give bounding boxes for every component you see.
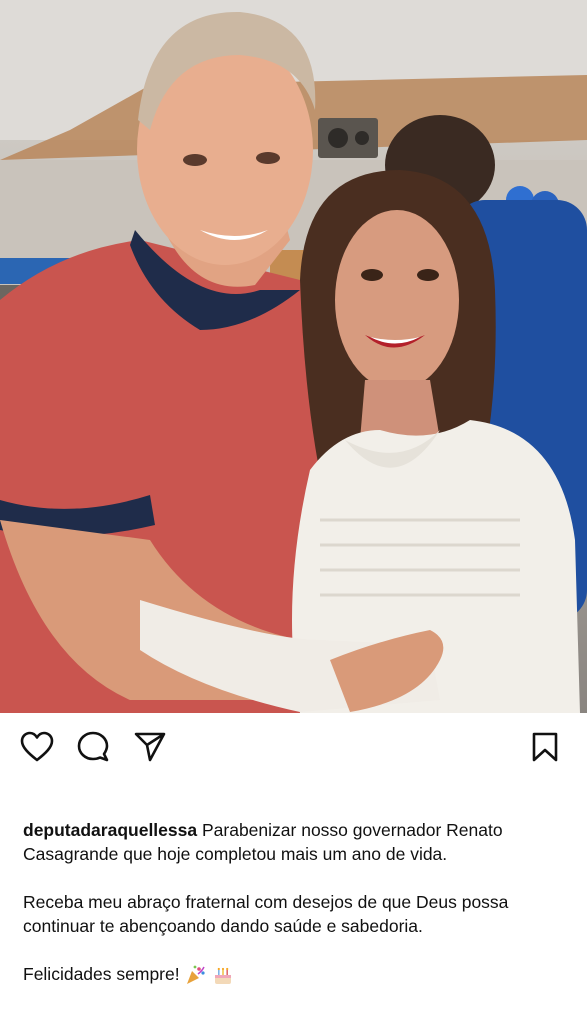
post-caption: deputadaraquellessa Parabenizar nosso go… — [23, 818, 568, 986]
comment-icon[interactable] — [73, 727, 113, 767]
username-link[interactable]: deputadaraquellessa — [23, 820, 197, 840]
send-icon[interactable] — [130, 727, 170, 767]
caption-first-paragraph: deputadaraquellessa Parabenizar nosso go… — [23, 818, 568, 866]
party-popper-icon — [186, 965, 205, 985]
photo-illustration — [0, 0, 587, 713]
post-photo[interactable] — [0, 0, 587, 713]
caption-text-3: Felicidades sempre! — [23, 964, 180, 984]
birthday-cake-icon — [214, 968, 231, 985]
caption-third-paragraph: Felicidades sempre! — [23, 962, 568, 986]
post-actions-bar — [0, 713, 587, 783]
heart-icon[interactable] — [17, 727, 57, 767]
bookmark-icon[interactable] — [525, 727, 565, 767]
caption-text-2: Receba meu abraço fraternal com desejos … — [23, 892, 509, 936]
